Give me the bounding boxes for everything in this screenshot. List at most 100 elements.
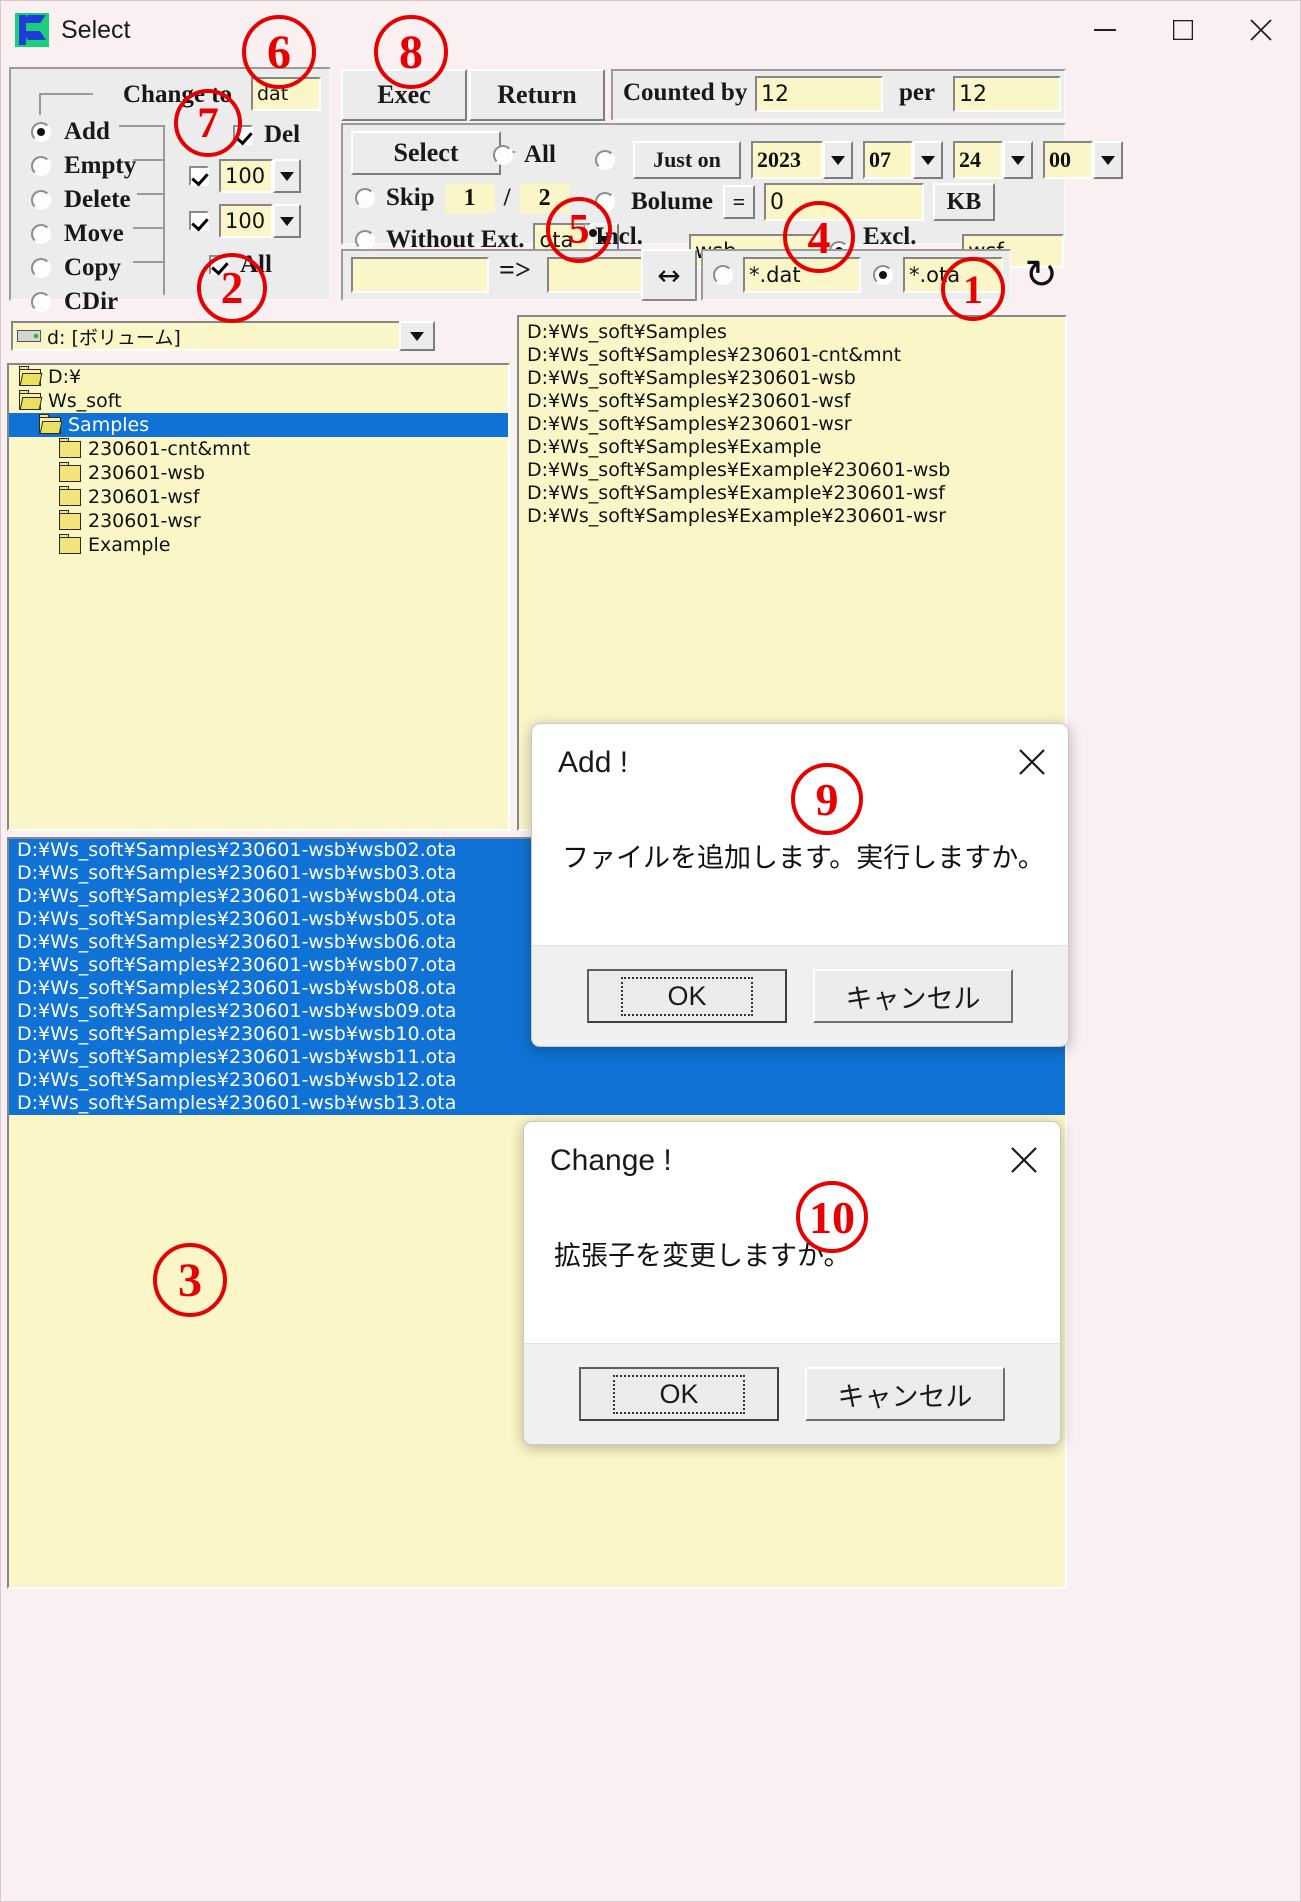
return-label: Return: [497, 80, 577, 109]
del-checkbox[interactable]: Del: [233, 121, 300, 149]
mode-label: Add: [64, 118, 110, 145]
replace-from-input[interactable]: [351, 257, 489, 293]
limit2-row: 100: [189, 204, 301, 238]
tree-item[interactable]: Ws_soft: [9, 389, 508, 413]
tree-item[interactable]: 230601-cnt&mnt: [9, 437, 508, 461]
chevron-down-icon[interactable]: [1093, 141, 1123, 179]
mode-radio-add[interactable]: Add: [31, 115, 136, 149]
change-dialog-close-icon[interactable]: [1006, 1142, 1042, 1178]
criteria-skip[interactable]: Skip 1 / 2: [355, 183, 570, 213]
minimize-button[interactable]: [1066, 1, 1144, 59]
del-label: Del: [264, 121, 301, 148]
close-button[interactable]: [1222, 1, 1300, 59]
just-on-button[interactable]: Just on: [633, 141, 741, 179]
criteria-bolume[interactable]: Bolume = 0 KB: [595, 183, 995, 221]
mode-radio-copy[interactable]: Copy: [31, 251, 136, 285]
bolume-input[interactable]: 0: [763, 183, 924, 221]
folder-icon: [19, 389, 41, 410]
per-input[interactable]: 12: [953, 76, 1061, 112]
skip-from-input[interactable]: 1: [444, 183, 495, 213]
directory-list-item[interactable]: D:¥Ws_soft¥Samples¥230601-wsf: [519, 390, 1065, 413]
add-dialog-ok-button[interactable]: OK: [587, 969, 787, 1023]
mode-radio-cdir[interactable]: CDir: [31, 285, 136, 319]
hour-select[interactable]: 00: [1043, 141, 1093, 179]
month-select[interactable]: 07: [863, 141, 913, 179]
tree-item[interactable]: Example: [9, 533, 508, 557]
directory-list-item[interactable]: D:¥Ws_soft¥Samples¥230601-wsb: [519, 367, 1065, 390]
directory-list-item[interactable]: D:¥Ws_soft¥Samples¥230601-cnt&mnt: [519, 344, 1065, 367]
directory-list-item[interactable]: D:¥Ws_soft¥Samples¥Example¥230601-wsf: [519, 482, 1065, 505]
tree-item[interactable]: 230601-wsf: [9, 485, 508, 509]
tree-item[interactable]: Samples: [9, 413, 508, 437]
directory-list-item[interactable]: D:¥Ws_soft¥Samples¥Example¥230601-wsr: [519, 505, 1065, 528]
exec-button[interactable]: Exec: [341, 69, 467, 121]
maximize-button[interactable]: [1144, 1, 1222, 59]
chevron-down-icon[interactable]: [823, 141, 853, 179]
return-button[interactable]: Return: [469, 69, 605, 121]
checkbox-icon[interactable]: [189, 166, 209, 186]
all-checkbox[interactable]: All: [209, 251, 272, 279]
change-dialog-cancel-button[interactable]: キャンセル: [805, 1367, 1005, 1421]
refresh-button[interactable]: ↻: [1017, 249, 1065, 301]
per-label: per: [899, 79, 936, 106]
just-on-label: Just on: [653, 147, 721, 172]
file-list-item[interactable]: D:¥Ws_soft¥Samples¥230601-wsb¥wsb12.ota: [9, 1069, 1065, 1092]
swap-button[interactable]: ↔: [641, 249, 697, 301]
drive-combo[interactable]: d: [ボリューム]: [11, 321, 435, 351]
window-controls: [1066, 1, 1300, 59]
mode-radio-move[interactable]: Move: [31, 217, 136, 251]
filter-ota-input[interactable]: *.ota: [903, 257, 1003, 293]
connector-stub-4: [133, 227, 165, 229]
exec-label: Exec: [377, 80, 431, 109]
filter-dat-input[interactable]: *.dat: [743, 257, 861, 293]
day-select[interactable]: 24: [953, 141, 1003, 179]
tree-item[interactable]: D:¥: [9, 365, 508, 389]
file-list-item[interactable]: D:¥Ws_soft¥Samples¥230601-wsb¥wsb11.ota: [9, 1046, 1065, 1069]
mode-radio-delete[interactable]: Delete: [31, 183, 136, 217]
radio-icon: [31, 258, 51, 278]
add-dialog: Add ! ファイルを追加します。実行しますか。 OK キャンセル: [531, 723, 1069, 1047]
change-dialog-ok-button[interactable]: OK: [579, 1367, 779, 1421]
limit1-value[interactable]: 100: [219, 159, 273, 193]
change-dialog-cancel-label: キャンセル: [837, 1381, 973, 1412]
radio-icon[interactable]: [873, 265, 893, 285]
select-button[interactable]: Select: [351, 131, 501, 175]
folder-icon: [59, 509, 81, 530]
directory-list-item[interactable]: D:¥Ws_soft¥Samples¥Example¥230601-wsb: [519, 459, 1065, 482]
mode-radio-empty[interactable]: Empty: [31, 149, 136, 183]
chevron-down-icon[interactable]: [1003, 141, 1033, 179]
tree-item[interactable]: 230601-wsb: [9, 461, 508, 485]
criteria-just-on[interactable]: Just on 2023 07 24 00: [595, 141, 1123, 179]
without-ext-radio-right[interactable]: [583, 223, 587, 244]
mode-radio-list: Add Empty Delete Move Copy CDir: [31, 115, 136, 319]
folder-tree[interactable]: D:¥ Ws_soft Samples 230601-cnt&mnt 230601-ws…: [7, 363, 510, 831]
chevron-down-icon[interactable]: [273, 159, 301, 193]
counted-by-input[interactable]: 12: [755, 76, 883, 112]
file-list-item[interactable]: D:¥Ws_soft¥Samples¥230601-wsb¥wsb13.ota: [9, 1092, 1065, 1115]
radio-icon[interactable]: [713, 265, 733, 285]
connector-stub-2: [133, 159, 165, 161]
bolume-eq-button[interactable]: =: [722, 185, 755, 219]
kb-button[interactable]: KB: [932, 183, 995, 221]
directory-list-item[interactable]: D:¥Ws_soft¥Samples¥230601-wsr: [519, 413, 1065, 436]
skip-to-input[interactable]: 2: [519, 183, 570, 213]
year-select[interactable]: 2023: [751, 141, 823, 179]
chevron-down-icon[interactable]: [273, 204, 301, 238]
change-to-input[interactable]: dat: [251, 77, 321, 111]
toolbar: Change to dat Add Empty Delete Move Copy…: [1, 59, 1301, 319]
add-dialog-close-icon[interactable]: [1014, 744, 1050, 780]
change-dialog-ok-label: OK: [613, 1374, 745, 1414]
tree-item[interactable]: 230601-wsr: [9, 509, 508, 533]
tree-item-label: 230601-wsf: [88, 486, 200, 508]
directory-list-item[interactable]: D:¥Ws_soft¥Samples: [519, 321, 1065, 344]
directory-list-item[interactable]: D:¥Ws_soft¥Samples¥Example: [519, 436, 1065, 459]
drive-combo-arrow[interactable]: [399, 321, 435, 351]
limit2-value[interactable]: 100: [219, 204, 273, 238]
criteria-all[interactable]: All: [493, 141, 556, 169]
add-dialog-cancel-button[interactable]: キャンセル: [813, 969, 1013, 1023]
replace-arrow: =>: [499, 255, 531, 286]
checkbox-icon[interactable]: [189, 211, 209, 231]
chevron-down-icon[interactable]: [913, 141, 943, 179]
swap-icon: ↔: [657, 258, 681, 292]
radio-icon: [355, 230, 375, 250]
